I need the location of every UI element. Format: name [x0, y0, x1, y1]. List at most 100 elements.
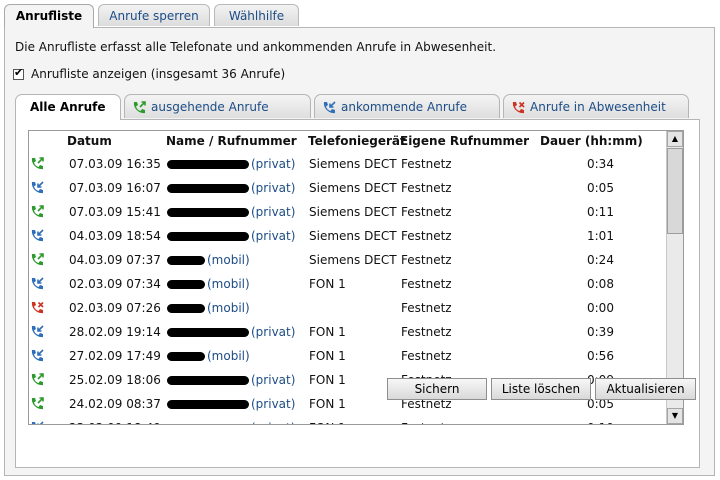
call-name[interactable]: (privat) [167, 157, 295, 171]
call-name[interactable]: (privat) [167, 325, 295, 339]
call-own-number: Festnetz [401, 157, 452, 171]
call-name[interactable]: (privat) [167, 373, 295, 387]
missed-call-icon [512, 101, 525, 113]
tab-waehlhilfe[interactable]: Wählhilfe [214, 4, 299, 26]
number-type: (mobil) [207, 301, 250, 315]
table-row[interactable]: 23.02.09 18:49 (privat) FON 1 Festnetz 0:19 [29, 417, 669, 425]
refresh-button[interactable]: Aktualisieren [595, 378, 696, 400]
redacted-name [167, 280, 205, 289]
call-name[interactable]: (privat) [167, 229, 295, 243]
col-header-name: Name / Rufnummer [166, 134, 297, 148]
tab-abwesenheit-label: Anrufe in Abwesenheit [530, 100, 666, 114]
incoming-call-icon [31, 229, 44, 242]
clear-list-button[interactable]: Liste löschen [491, 378, 591, 400]
call-device: Siemens DECT [309, 229, 397, 243]
outgoing-call-icon [31, 253, 44, 266]
tab-anrufliste[interactable]: Anrufliste [4, 4, 94, 28]
call-device: FON 1 [309, 325, 346, 339]
table-row[interactable]: 04.03.09 18:54 (privat) Siemens DECT Festne… [29, 225, 669, 249]
call-date: 07.03.09 15:41 [69, 205, 161, 219]
tab-anrufe-abwesenheit[interactable]: Anrufe in Abwesenheit [503, 94, 689, 118]
redacted-name [167, 352, 205, 361]
call-duration: 0:56 [587, 349, 614, 363]
call-device: Siemens DECT [309, 205, 397, 219]
call-date: 07.03.09 16:35 [69, 157, 161, 171]
table-row[interactable]: 27.02.09 17:49 (mobil) FON 1 Festnetz 0:56 [29, 345, 669, 369]
call-name[interactable]: (mobil) [167, 277, 250, 291]
table-row[interactable]: 07.03.09 15:41 (privat) Siemens DECT Festne… [29, 201, 669, 225]
redacted-name [167, 376, 249, 385]
call-device: Siemens DECT [309, 181, 397, 195]
call-device: FON 1 [309, 277, 346, 291]
call-own-number: Festnetz [401, 301, 452, 315]
tab-ausgehende-label: ausgehende Anrufe [151, 100, 269, 114]
number-type: (privat) [251, 205, 296, 219]
call-device: Siemens DECT [309, 157, 397, 171]
table-row[interactable]: 28.02.09 19:14 (privat) FON 1 Festnetz 0:39 [29, 321, 669, 345]
redacted-name [167, 232, 249, 241]
call-date: 23.02.09 18:49 [69, 421, 161, 424]
call-name[interactable]: (privat) [167, 421, 295, 425]
scroll-up-button[interactable]: ▲ [667, 131, 683, 147]
number-type: (privat) [251, 421, 295, 424]
scroll-down-button[interactable]: ▼ [667, 408, 683, 424]
call-date: 04.03.09 07:37 [69, 253, 161, 267]
call-name[interactable]: (privat) [167, 397, 295, 411]
number-type: (privat) [251, 325, 296, 339]
call-own-number: Festnetz [401, 421, 452, 424]
call-duration: 0:00 [587, 301, 614, 315]
tab-ausgehende-anrufe[interactable]: ausgehende Anrufe [124, 94, 311, 118]
missed-call-icon [31, 301, 44, 314]
tab-anrufe-sperren[interactable]: Anrufe sperren [98, 4, 210, 26]
show-list-label[interactable]: Anrufliste anzeigen (insgesamt 36 Anrufe… [31, 67, 285, 81]
col-header-eigene-nummer: Eigene Rufnummer [400, 134, 530, 148]
table-row[interactable]: 07.03.09 16:07 (privat) Siemens DECT Festne… [29, 177, 669, 201]
call-name[interactable]: (privat) [167, 181, 295, 195]
show-list-row: Anrufliste anzeigen (insgesamt 36 Anrufe… [13, 66, 285, 81]
tab-alle-anrufe[interactable]: Alle Anrufe [15, 94, 121, 120]
call-own-number: Festnetz [401, 181, 452, 195]
call-device: Siemens DECT [309, 253, 397, 267]
call-duration: 0:39 [587, 325, 614, 339]
table-row[interactable]: 04.03.09 07:37 (mobil) Siemens DECT Festnet… [29, 249, 669, 273]
call-name[interactable]: (mobil) [167, 253, 250, 267]
outgoing-call-icon [31, 373, 44, 386]
incoming-call-icon [31, 349, 44, 362]
incoming-call-icon [31, 181, 44, 194]
call-date: 02.03.09 07:26 [69, 301, 161, 315]
call-duration: 1:01 [587, 229, 614, 243]
number-type: (mobil) [207, 277, 250, 291]
outgoing-call-icon [133, 100, 146, 113]
call-name[interactable]: (mobil) [167, 301, 250, 315]
col-header-datum: Datum [67, 134, 112, 148]
number-type: (mobil) [207, 349, 250, 363]
tab-ankommende-anrufe[interactable]: ankommende Anrufe [314, 94, 500, 118]
show-list-checkbox[interactable] [13, 66, 24, 80]
call-name[interactable]: (mobil) [167, 349, 250, 363]
number-type: (privat) [251, 397, 296, 411]
call-name[interactable]: (privat) [167, 205, 295, 219]
incoming-call-icon [31, 277, 44, 290]
call-own-number: Festnetz [401, 205, 452, 219]
outgoing-call-icon [31, 157, 44, 170]
call-date: 24.02.09 08:37 [69, 397, 161, 411]
call-own-number: Festnetz [401, 277, 452, 291]
call-own-number: Festnetz [401, 253, 452, 267]
main-panel: Die Anrufliste erfasst alle Telefonate u… [4, 27, 715, 476]
redacted-name [167, 160, 249, 169]
tab-alle-anrufe-label: Alle Anrufe [30, 100, 106, 114]
table-row[interactable]: 02.03.09 07:26 (mobil) Festnetz 0:00 [29, 297, 669, 321]
redacted-name [167, 256, 205, 265]
redacted-name [167, 424, 249, 425]
call-duration: 0:05 [587, 181, 614, 195]
col-header-geraet: Telefoniegerät [308, 134, 406, 148]
call-own-number: Festnetz [401, 229, 452, 243]
table-row[interactable]: 02.03.09 07:34 (mobil) FON 1 Festnetz 0:08 [29, 273, 669, 297]
scroll-thumb[interactable] [667, 148, 683, 234]
save-button[interactable]: Sichern [387, 378, 487, 400]
table-row[interactable]: 07.03.09 16:35 (privat) Siemens DECT Festne… [29, 153, 669, 177]
tab-ankommende-label: ankommende Anrufe [341, 100, 467, 114]
call-device: FON 1 [309, 397, 346, 411]
call-duration: 0:08 [587, 277, 614, 291]
redacted-name [167, 184, 249, 193]
